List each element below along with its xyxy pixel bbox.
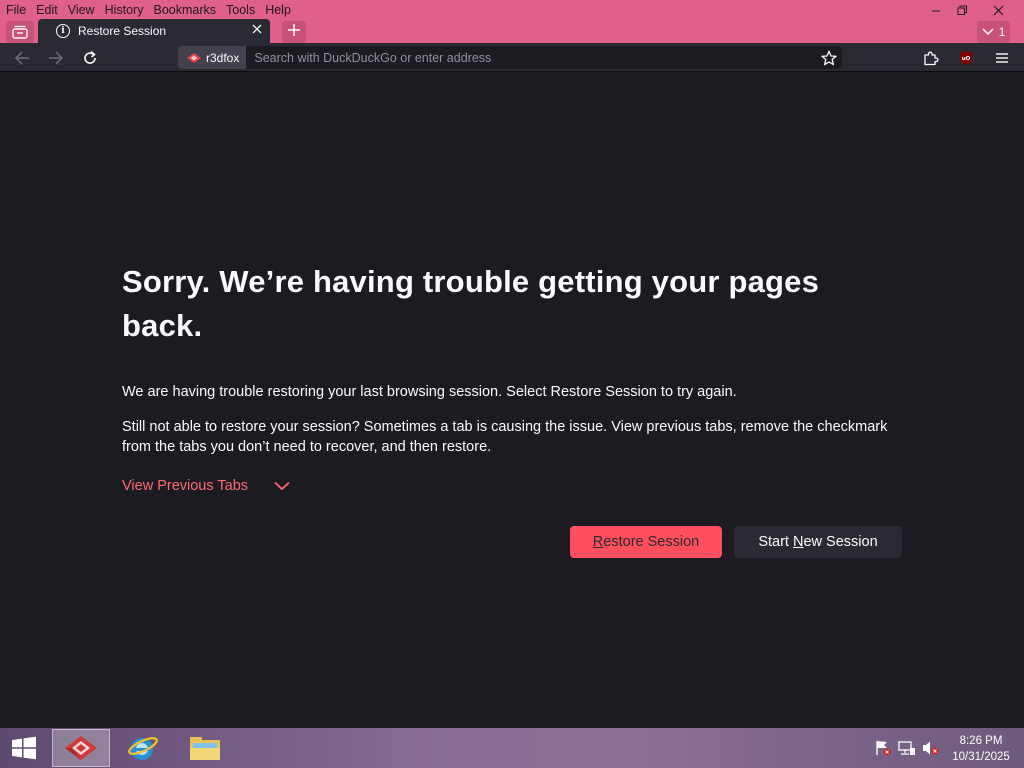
star-icon [821, 50, 837, 65]
title-bar: File Edit View History Bookmarks Tools H… [0, 0, 1024, 43]
restore-label: estore Session [603, 534, 700, 550]
list-all-tabs-button[interactable]: 1 [977, 21, 1010, 43]
error-description: We are having trouble restoring your las… [122, 384, 737, 400]
taskbar: 8:26 PM 10/31/2025 [0, 728, 1024, 768]
start-button[interactable] [0, 728, 48, 768]
r3dfox-logo-icon [65, 736, 97, 760]
ublock-origin-button[interactable]: uO [951, 43, 981, 72]
new-session-label-pre: Start [758, 534, 793, 550]
internet-explorer-icon [128, 737, 158, 760]
new-session-label-rest: ew Session [803, 534, 878, 550]
clock-time: 8:26 PM [959, 735, 1003, 747]
menu-history[interactable]: History [100, 0, 149, 20]
close-window-button[interactable] [980, 0, 1016, 20]
page-title: Sorry. We’re having trouble getting your… [122, 264, 820, 343]
bookmark-star-button[interactable] [818, 46, 840, 69]
forward-button[interactable] [41, 43, 71, 72]
firefox-view-button[interactable] [6, 21, 34, 43]
action-center-flag-icon[interactable] [874, 740, 892, 756]
menu-bar: File Edit View History Bookmarks Tools H… [0, 0, 296, 20]
r3dfox-logo-icon [187, 52, 201, 63]
view-previous-tabs-label: View Previous Tabs [122, 478, 249, 494]
menu-bookmarks[interactable]: Bookmarks [148, 0, 221, 20]
restore-session-button[interactable]: Restore Session [570, 526, 722, 558]
menu-help[interactable]: Help [260, 0, 296, 20]
tab-title: Restore Session [78, 24, 167, 38]
restore-accel-key: R [592, 534, 604, 550]
minimize-icon [932, 10, 940, 12]
view-previous-tabs-toggle[interactable]: View Previous Tabs [122, 478, 290, 494]
menu-edit[interactable]: Edit [31, 0, 63, 20]
clock-date: 10/31/2025 [952, 751, 1010, 763]
new-tab-button[interactable] [282, 21, 306, 43]
back-arrow-icon [14, 50, 29, 65]
error-hint: Still not able to restore your session? … [122, 419, 888, 455]
url-input[interactable] [254, 50, 795, 65]
tab-restore-session[interactable]: i Restore Session [38, 19, 270, 43]
info-icon: i [56, 24, 70, 38]
svg-text:uO: uO [962, 56, 971, 62]
folder-icon [190, 737, 220, 760]
identity-label: r3dfox [206, 50, 240, 65]
restore-window-icon [957, 5, 967, 15]
menu-tools[interactable]: Tools [221, 0, 260, 20]
address-bar[interactable]: r3dfox [178, 46, 842, 69]
ublock-shield-icon: uO [960, 50, 972, 65]
chevron-down-icon [982, 28, 994, 36]
system-clock[interactable]: 8:26 PM 10/31/2025 [946, 733, 1016, 765]
restore-window-button[interactable] [944, 0, 980, 20]
reload-icon [84, 50, 96, 64]
page-content: Sorry. We’re having trouble getting your… [0, 72, 1024, 728]
chevron-down-icon [274, 481, 290, 491]
windows-logo-icon [12, 736, 36, 760]
menu-view[interactable]: View [63, 0, 100, 20]
close-icon [993, 5, 1003, 15]
reload-button[interactable] [75, 43, 105, 72]
new-session-accel-key: N [793, 534, 804, 550]
close-tab-button[interactable] [252, 23, 262, 38]
extensions-button[interactable] [916, 43, 946, 72]
close-icon [252, 24, 262, 34]
identity-box[interactable]: r3dfox [178, 46, 247, 69]
menu-file[interactable]: File [1, 0, 31, 20]
back-button[interactable] [7, 43, 37, 72]
plus-icon [288, 24, 300, 36]
firefox-view-icon [12, 25, 28, 39]
taskbar-app-internet-explorer[interactable] [114, 729, 172, 767]
forward-arrow-icon [49, 50, 64, 65]
network-icon[interactable] [898, 740, 916, 756]
start-new-session-button[interactable]: Start New Session [734, 526, 902, 558]
taskbar-app-file-explorer[interactable] [176, 729, 234, 767]
tab-count-label: 1 [998, 25, 1006, 39]
hamburger-menu-icon [996, 52, 1008, 63]
taskbar-app-r3dfox[interactable] [52, 729, 110, 767]
app-menu-button[interactable] [987, 43, 1017, 72]
navigation-toolbar: r3dfox uO [0, 43, 1024, 72]
puzzle-piece-icon [924, 51, 939, 65]
volume-muted-icon[interactable] [922, 740, 940, 756]
